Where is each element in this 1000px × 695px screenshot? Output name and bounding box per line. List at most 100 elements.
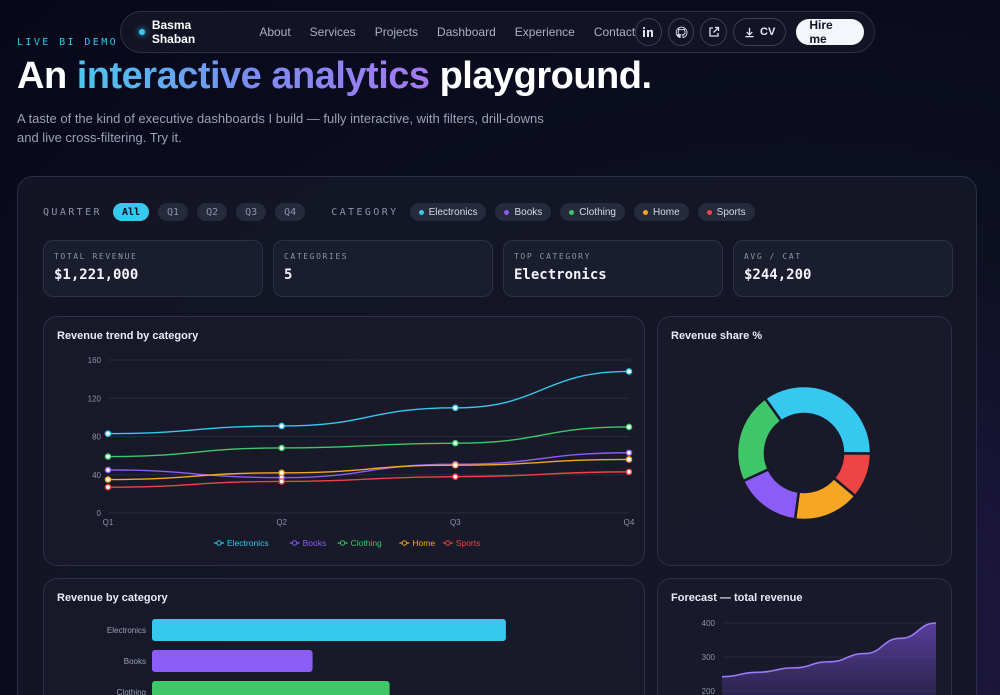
bar-electronics — [152, 619, 506, 641]
legend-label: Electronics — [227, 538, 269, 548]
title-post: playground. — [429, 55, 652, 97]
revenue-trend-chart[interactable]: 0 40 80 120 160 Q1 Q2 Q3 Q4 Electronics Books Cloth… — [44, 317, 644, 565]
y-tick-label: 200 — [702, 687, 716, 695]
series-line-electronics — [107, 370, 630, 435]
data-point — [278, 444, 285, 452]
quarter-pill-q2[interactable]: Q2 — [197, 203, 228, 221]
eyebrow-label: LIVE BI DEMO — [17, 37, 119, 48]
x-tick-label: Q4 — [624, 518, 635, 527]
x-tick-label: Q3 — [450, 518, 461, 527]
data-point — [104, 483, 112, 491]
top-nav: Basma Shaban About Services Projects Das… — [120, 11, 875, 53]
data-point — [452, 461, 459, 469]
nav-link-contact[interactable]: Contact — [594, 25, 635, 39]
revenue-trend-card: Revenue trend by category 0 40 80 120 160 Q1 Q… — [43, 316, 645, 566]
nav-links: About Services Projects Dashboard Experi… — [259, 25, 635, 39]
legend-item-home: Home — [399, 538, 435, 548]
bar-books — [152, 650, 313, 672]
revenue-share-card: Revenue share % — [657, 316, 952, 566]
data-point — [104, 466, 112, 474]
nav-link-experience[interactable]: Experience — [515, 25, 575, 39]
category-pill-home[interactable]: Home — [633, 203, 689, 221]
legend-marker — [216, 540, 222, 546]
hire-me-button[interactable]: Hire me — [796, 18, 865, 46]
external-link-icon[interactable] — [700, 18, 728, 46]
filter-bar: QUARTER All Q1 Q2 Q3 Q4 CATEGORY Electro… — [43, 203, 764, 221]
quarter-filter-label: QUARTER — [43, 206, 102, 218]
kpi-label: CATEGORIES — [284, 252, 349, 261]
legend-item-electronics: Electronics — [214, 538, 269, 548]
title-highlight: interactive analytics — [76, 55, 430, 97]
data-point — [625, 423, 633, 431]
kpi-value: 5 — [284, 267, 293, 283]
home-dot-icon — [642, 209, 648, 215]
x-tick-label: Q2 — [276, 518, 287, 527]
legend-label: Sports — [456, 538, 481, 548]
category-pill-clothing[interactable]: Clothing — [560, 203, 625, 221]
y-tick-label: 300 — [702, 653, 716, 662]
series-line-sports — [107, 471, 630, 488]
legend-item-books: Books — [289, 538, 326, 548]
nav-link-dashboard[interactable]: Dashboard — [437, 25, 496, 39]
data-point — [625, 449, 633, 457]
donut-slice-clothing — [735, 396, 784, 483]
page-subtitle: A taste of the kind of executive dashboa… — [17, 111, 544, 145]
y-tick-label: 120 — [88, 394, 102, 403]
y-tick-label: 80 — [92, 433, 101, 442]
data-point — [278, 469, 285, 477]
legend-marker — [401, 540, 408, 546]
quarter-pill-q4[interactable]: Q4 — [275, 203, 306, 221]
series-line-home — [107, 458, 630, 481]
category-pill-label: Electronics — [428, 206, 478, 218]
nav-link-about[interactable]: About — [259, 25, 290, 39]
page-title: An interactive analytics playground. — [17, 55, 652, 98]
category-pill-sports[interactable]: Sports — [697, 203, 755, 221]
data-point — [625, 456, 633, 463]
kpi-categories: CATEGORIES 5 — [273, 240, 493, 297]
nav-link-projects[interactable]: Projects — [375, 25, 418, 39]
books-dot-icon — [504, 209, 510, 215]
legend-item-clothing: Clothing — [337, 538, 382, 548]
data-point — [104, 476, 112, 483]
legend-marker — [291, 540, 298, 546]
forecast-chart[interactable]: 200 300 400 — [658, 579, 951, 695]
kpi-total-revenue: TOTAL REVENUE $1,221,000 — [43, 240, 263, 297]
forecast-area — [722, 623, 936, 695]
cv-label: CV — [760, 26, 776, 38]
title-pre: An — [17, 55, 77, 97]
y-tick-label: 40 — [92, 471, 101, 480]
revenue-share-chart[interactable] — [658, 317, 951, 565]
forecast-card: Forecast — total revenue 200 300 400 — [657, 578, 952, 695]
brand[interactable]: Basma Shaban — [139, 18, 235, 46]
quarter-pill-q1[interactable]: Q1 — [158, 203, 189, 221]
data-point — [278, 422, 285, 430]
sports-dot-icon — [706, 209, 712, 215]
category-pill-electronics[interactable]: Electronics — [409, 203, 487, 221]
data-point — [278, 478, 285, 485]
status-dot-icon — [139, 29, 145, 35]
electronics-dot-icon — [418, 209, 424, 215]
github-icon[interactable] — [667, 18, 695, 46]
quarter-pill-all[interactable]: All — [112, 203, 150, 221]
category-pill-books[interactable]: Books — [495, 203, 552, 221]
kpi-label: TOP CATEGORY — [514, 252, 591, 261]
kpi-label: TOTAL REVENUE — [54, 252, 138, 261]
legend-marker — [445, 540, 451, 546]
series-line-clothing — [107, 426, 630, 458]
category-pill-label: Books — [514, 206, 543, 218]
x-tick-label: Q1 — [103, 518, 114, 527]
data-point — [452, 404, 459, 412]
revenue-by-category-card: Revenue by category Electronics Books Clot… — [43, 578, 645, 695]
data-point — [104, 453, 112, 460]
nav-link-services[interactable]: Services — [310, 25, 356, 39]
bar-label: Clothing — [117, 688, 146, 695]
category-pill-label: Sports — [716, 206, 746, 218]
linkedin-icon[interactable] — [635, 18, 662, 46]
y-tick-label: 0 — [97, 509, 102, 518]
legend-item-sports: Sports — [442, 538, 481, 548]
clothing-dot-icon — [569, 209, 575, 215]
data-point — [625, 368, 633, 375]
quarter-pill-q3[interactable]: Q3 — [236, 203, 267, 221]
revenue-by-category-chart[interactable]: Electronics Books Clothing — [44, 579, 644, 695]
download-cv-button[interactable]: CV — [733, 18, 787, 46]
